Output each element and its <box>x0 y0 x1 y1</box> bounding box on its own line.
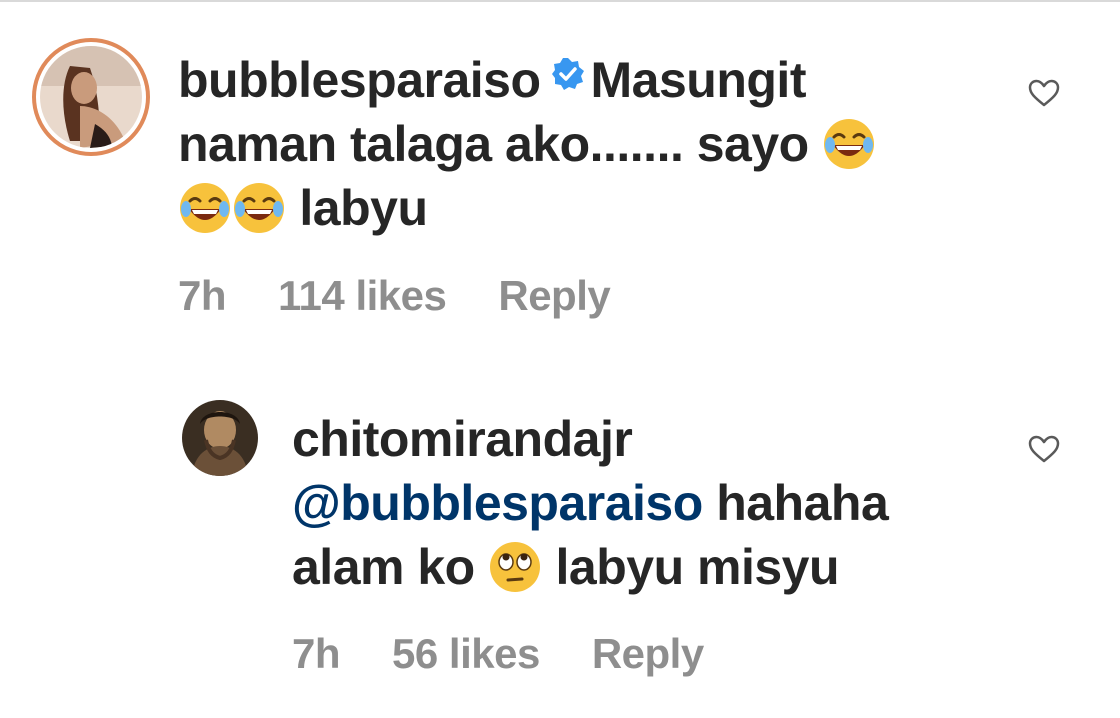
verified-badge-icon <box>551 57 585 91</box>
comment-text-part: hahaha <box>716 475 889 531</box>
comment-text-2: chitomirandajr @bubblesparaiso hahaha al… <box>292 407 1012 599</box>
likes-count-link[interactable]: 56 likes <box>392 630 540 677</box>
tears-of-joy-emoji-icon <box>178 181 232 235</box>
comment-text-part: Masungit <box>590 52 807 108</box>
comment-time: 7h <box>178 272 227 319</box>
eye-roll-emoji-icon <box>488 540 542 594</box>
comment-text-1: bubblesparaiso Masungit naman talaga ako… <box>178 48 978 240</box>
heart-outline-icon[interactable] <box>1028 78 1060 108</box>
reply-button[interactable]: Reply <box>498 272 610 319</box>
tears-of-joy-emoji-icon <box>232 181 286 235</box>
comment-line-1: chitomirandajr <box>292 407 1012 471</box>
username-bubblesparaiso[interactable]: bubblesparaiso <box>178 52 541 108</box>
comment-line-3: labyu <box>178 176 978 240</box>
mention-link[interactable]: @bubblesparaiso <box>292 475 703 531</box>
avatar-bubblesparaiso[interactable] <box>40 46 142 148</box>
comment-text-part: labyu misyu <box>555 539 840 595</box>
comment-text-part: labyu <box>299 180 428 236</box>
tears-of-joy-emoji-icon <box>822 117 876 171</box>
comment-line-2: naman talaga ako....... sayo <box>178 112 978 176</box>
comment-meta-2: 7h 56 likes Reply <box>292 630 756 678</box>
comment-text-part: alam ko <box>292 539 475 595</box>
likes-count-link[interactable]: 114 likes <box>278 272 447 319</box>
comment-time: 7h <box>292 630 341 677</box>
comment-text-part: naman talaga ako....... sayo <box>178 116 809 172</box>
reply-button[interactable]: Reply <box>592 630 704 677</box>
comment-line-3: alam ko labyu misyu <box>292 535 1012 599</box>
username-chitomirandajr[interactable]: chitomirandajr <box>292 411 633 467</box>
comment-meta-1: 7h 114 likes Reply <box>178 272 662 320</box>
heart-outline-icon[interactable] <box>1028 434 1060 464</box>
avatar-chitomirandajr[interactable] <box>182 400 258 476</box>
comment-line-2: @bubblesparaiso hahaha <box>292 471 1012 535</box>
comment-line-1: bubblesparaiso Masungit <box>178 48 978 112</box>
top-divider <box>0 0 1120 2</box>
